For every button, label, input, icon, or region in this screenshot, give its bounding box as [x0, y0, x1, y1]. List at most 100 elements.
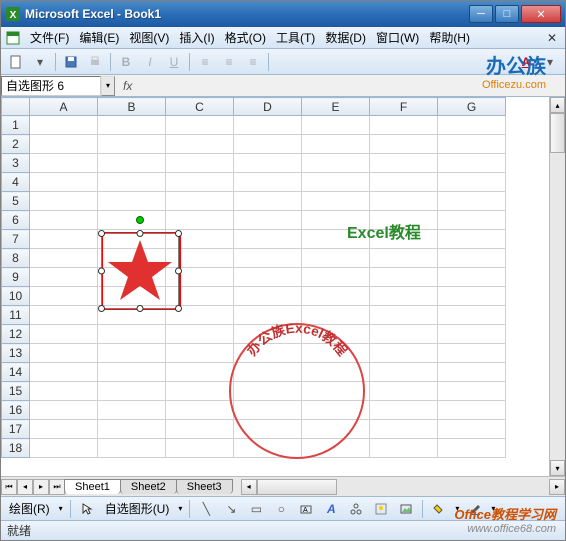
star-shape[interactable] [105, 237, 175, 305]
row-header[interactable]: 13 [2, 344, 30, 363]
name-box[interactable]: 自选图形 6 [1, 76, 101, 96]
resize-handle[interactable] [98, 268, 105, 275]
resize-handle[interactable] [137, 305, 144, 312]
col-header[interactable]: B [98, 98, 166, 116]
horizontal-scrollbar[interactable]: ◂ ▸ [241, 479, 565, 495]
name-box-dropdown[interactable]: ▾ [101, 76, 115, 96]
resize-handle[interactable] [98, 305, 105, 312]
draw-menu[interactable]: 绘图(R) [5, 500, 54, 517]
menu-tools[interactable]: 工具(T) [271, 27, 320, 48]
tab-first-button[interactable]: ⏮ [1, 479, 17, 495]
underline-button[interactable]: U [163, 51, 185, 73]
tab-prev-button[interactable]: ◂ [17, 479, 33, 495]
col-header[interactable]: G [438, 98, 506, 116]
minimize-button[interactable]: ─ [469, 5, 493, 23]
insert-picture-button[interactable] [395, 498, 417, 520]
align-center-button[interactable]: ≡ [218, 51, 240, 73]
italic-button[interactable]: I [139, 51, 161, 73]
row-header[interactable]: 16 [2, 401, 30, 420]
row-header[interactable]: 18 [2, 439, 30, 458]
clipart-button[interactable] [370, 498, 392, 520]
menu-file[interactable]: 文件(F) [25, 27, 74, 48]
standard-toolbar: ▾ B I U ≡ ≡ ≡ A ▾ [1, 49, 565, 75]
col-header[interactable]: C [166, 98, 234, 116]
menu-data[interactable]: 数据(D) [320, 27, 371, 48]
row-header[interactable]: 1 [2, 116, 30, 135]
col-header[interactable]: F [370, 98, 438, 116]
autoshapes-menu[interactable]: 自选图形(U) [101, 500, 174, 517]
arrow-button[interactable]: ↘ [220, 498, 242, 520]
fx-label[interactable]: fx [115, 79, 140, 93]
select-all-corner[interactable] [2, 98, 30, 116]
maximize-button[interactable]: □ [495, 5, 519, 23]
textbox-button[interactable]: A [295, 498, 317, 520]
scroll-track[interactable] [550, 113, 565, 460]
bold-button[interactable]: B [115, 51, 137, 73]
menu-insert[interactable]: 插入(I) [174, 27, 219, 48]
row-header[interactable]: 14 [2, 363, 30, 382]
scroll-left-button[interactable]: ◂ [241, 479, 257, 495]
sheet-tab-bar: ⏮ ◂ ▸ ⏭ Sheet1 Sheet2 Sheet3 ◂ ▸ [1, 476, 565, 496]
row-header[interactable]: 10 [2, 287, 30, 306]
line-button[interactable]: ╲ [195, 498, 217, 520]
sheet-tab-3[interactable]: Sheet3 [176, 479, 233, 494]
oval-button[interactable]: ○ [270, 498, 292, 520]
scroll-down-button[interactable]: ▾ [550, 460, 565, 476]
select-objects-button[interactable] [76, 498, 98, 520]
row-header[interactable]: 11 [2, 306, 30, 325]
tab-next-button[interactable]: ▸ [33, 479, 49, 495]
rotate-handle[interactable] [136, 216, 144, 224]
resize-handle[interactable] [137, 230, 144, 237]
sheet-tab-2[interactable]: Sheet2 [120, 479, 177, 494]
row-header[interactable]: 3 [2, 154, 30, 173]
wordart-button[interactable]: A [320, 498, 342, 520]
scroll-thumb[interactable] [550, 113, 565, 153]
menu-help[interactable]: 帮助(H) [424, 27, 475, 48]
align-right-button[interactable]: ≡ [242, 51, 264, 73]
toolbar-dropdown[interactable]: ▾ [29, 51, 51, 73]
save-button[interactable] [60, 51, 82, 73]
resize-handle[interactable] [175, 305, 182, 312]
row-header[interactable]: 12 [2, 325, 30, 344]
menu-view[interactable]: 视图(V) [124, 27, 174, 48]
resize-handle[interactable] [175, 268, 182, 275]
row-header[interactable]: 7 [2, 230, 30, 249]
row-header[interactable]: 6 [2, 211, 30, 230]
scroll-right-button[interactable]: ▸ [549, 479, 565, 495]
row-header[interactable]: 8 [2, 249, 30, 268]
fill-color-button[interactable] [428, 498, 450, 520]
tab-last-button[interactable]: ⏭ [49, 479, 65, 495]
print-button[interactable] [84, 51, 106, 73]
align-left-button[interactable]: ≡ [194, 51, 216, 73]
circle-shape[interactable] [229, 323, 365, 459]
new-button[interactable] [5, 51, 27, 73]
row-header[interactable]: 5 [2, 192, 30, 211]
col-header[interactable]: D [234, 98, 302, 116]
sheet-tab-1[interactable]: Sheet1 [64, 479, 121, 494]
scroll-up-button[interactable]: ▴ [550, 97, 565, 113]
menubar: 文件(F) 编辑(E) 视图(V) 插入(I) 格式(O) 工具(T) 数据(D… [1, 27, 565, 49]
hscroll-thumb[interactable] [257, 479, 337, 495]
doc-close-button[interactable]: ✕ [543, 31, 561, 45]
row-header[interactable]: 4 [2, 173, 30, 192]
col-header[interactable]: A [30, 98, 98, 116]
row-header[interactable]: 2 [2, 135, 30, 154]
col-header[interactable]: E [302, 98, 370, 116]
resize-handle[interactable] [175, 230, 182, 237]
row-header[interactable]: 15 [2, 382, 30, 401]
row-header[interactable]: 17 [2, 420, 30, 439]
menu-window[interactable]: 窗口(W) [371, 27, 424, 48]
window-buttons: ─ □ ✕ [469, 5, 561, 23]
hscroll-track[interactable] [257, 479, 549, 495]
resize-handle[interactable] [98, 230, 105, 237]
menu-edit[interactable]: 编辑(E) [74, 27, 124, 48]
diagram-button[interactable] [345, 498, 367, 520]
line-color-button[interactable] [464, 498, 486, 520]
rectangle-button[interactable]: ▭ [245, 498, 267, 520]
vertical-scrollbar[interactable]: ▴ ▾ [549, 97, 565, 476]
menu-format[interactable]: 格式(O) [220, 27, 271, 48]
close-button[interactable]: ✕ [521, 5, 561, 23]
svg-text:A: A [303, 507, 308, 514]
row-header[interactable]: 9 [2, 268, 30, 287]
shape-selection-box [101, 233, 179, 309]
